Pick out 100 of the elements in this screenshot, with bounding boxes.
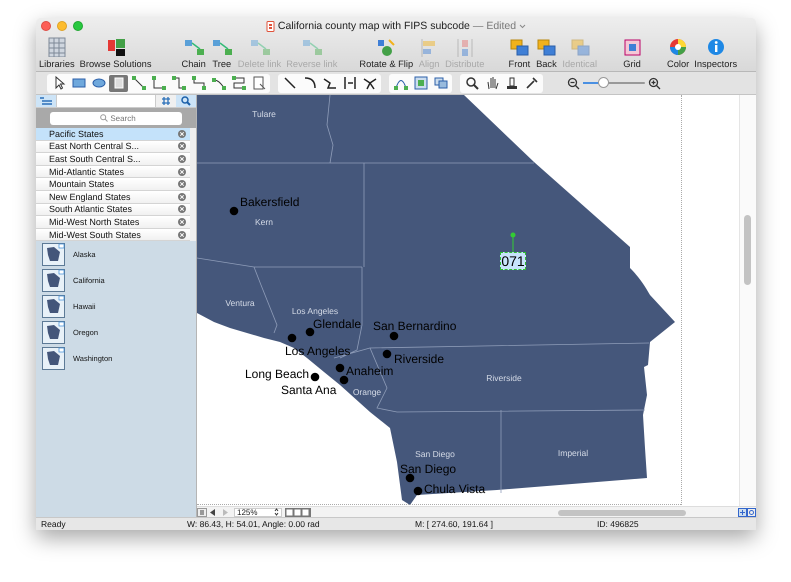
toolbar-button[interactable]: Grid — [620, 37, 644, 69]
library-group-label: Mid-West South States — [49, 230, 141, 240]
search-button[interactable] — [176, 95, 196, 107]
group-frame-icon — [432, 75, 448, 91]
toolbar-button[interactable]: Front — [507, 37, 532, 69]
city-dot — [414, 486, 422, 496]
selected-label[interactable]: 071 — [500, 252, 526, 270]
tool-button[interactable] — [169, 74, 188, 92]
document-icon — [266, 20, 275, 32]
zoom-slider[interactable] — [598, 77, 609, 88]
filter-field[interactable] — [56, 95, 156, 107]
county-label: San Diego — [415, 449, 455, 459]
map-shape-icon — [42, 347, 65, 370]
zoom-out-icon[interactable] — [567, 76, 580, 90]
remove-icon[interactable] — [178, 168, 186, 176]
remove-icon[interactable] — [178, 142, 186, 150]
actual-size-icon[interactable] — [747, 508, 756, 516]
zoom-field[interactable]: 125% — [234, 508, 282, 516]
split-icon — [342, 75, 358, 91]
city-dot — [336, 364, 344, 372]
pause-icon[interactable] — [197, 508, 207, 516]
city-label: San Diego — [400, 462, 456, 476]
document-status: — Edited — [472, 20, 516, 32]
connector-icon — [230, 75, 246, 91]
toolbar-button[interactable]: Back — [534, 37, 558, 69]
connector-icon — [190, 75, 206, 91]
search-field[interactable]: Search — [50, 112, 182, 124]
stacked-squares-icon — [508, 37, 530, 57]
city-label: San Bernardino — [373, 319, 456, 333]
stacked-squares-icon — [535, 37, 558, 57]
tool-button[interactable] — [149, 74, 168, 92]
city-label: Riverside — [394, 352, 444, 366]
connector-icon — [150, 75, 166, 91]
toolbar-button[interactable]: Libraries — [38, 37, 76, 69]
library-group-item[interactable]: South Atlantic States — [36, 204, 190, 216]
columns-icon — [161, 96, 171, 106]
library-group-label: New England States — [49, 192, 131, 202]
library-group-item[interactable]: Mountain States — [36, 178, 190, 191]
tool-button[interactable] — [189, 74, 208, 92]
connector-icon — [130, 75, 146, 91]
city-dot — [310, 372, 320, 382]
city-dot — [382, 350, 392, 358]
shape-size-readout: W: 86.43, H: 54.01, Angle: 0.00 rad — [187, 519, 321, 529]
city-label: Long Beach — [245, 367, 310, 381]
horizontal-scrollbar-thumb[interactable] — [558, 510, 686, 516]
city-dot — [340, 376, 348, 384]
remove-icon[interactable] — [178, 192, 186, 201]
tool-button[interactable] — [129, 74, 148, 92]
city-label: Anaheim — [346, 364, 394, 378]
close-button[interactable] — [41, 21, 51, 32]
city-dot — [288, 334, 296, 342]
library-group-item[interactable]: East North Central S... — [36, 140, 190, 154]
zoom-button[interactable] — [73, 21, 83, 32]
list-icon — [39, 96, 53, 106]
search-icon — [181, 96, 191, 106]
library-group-item[interactable]: Mid-West South States — [36, 228, 190, 242]
library-group-label: East North Central S... — [49, 141, 140, 152]
library-group-item[interactable]: Mid-West North States — [36, 216, 190, 229]
library-group-item[interactable]: East South Central S... — [36, 153, 190, 166]
tool-button[interactable] — [229, 74, 248, 92]
nodes-icon — [182, 37, 205, 57]
columns-button[interactable] — [156, 95, 176, 107]
toolbar-button[interactable]: Browse Solutions — [78, 37, 152, 69]
map-shape-icon — [42, 243, 65, 266]
toolbar-button[interactable]: Color — [666, 37, 690, 69]
library-group-item[interactable]: New England States — [36, 190, 190, 204]
county-label: Orange — [352, 387, 382, 397]
zoom-value: 125% — [237, 508, 258, 516]
remove-icon[interactable] — [178, 154, 186, 163]
stepper-icon — [274, 508, 279, 516]
stacked-squares-icon — [568, 37, 591, 57]
toolbar-button[interactable]: Chain — [180, 37, 207, 69]
grid-icon — [46, 37, 68, 57]
toolbar-button[interactable]: Inspectors — [693, 37, 738, 69]
remove-icon[interactable] — [178, 180, 186, 188]
map-shape-icon — [42, 269, 65, 292]
library-group-item[interactable]: Mid-Atlantic States — [36, 166, 190, 178]
remove-icon[interactable] — [178, 230, 186, 239]
connector-icon — [210, 75, 226, 91]
caret-icon — [519, 24, 526, 28]
page-tabs-icon[interactable] — [285, 508, 311, 516]
fit-page-icon[interactable] — [738, 508, 747, 516]
toolbar-button[interactable]: Tree — [210, 37, 234, 69]
mouse-position-readout: M: [ 274.60, 191.64 ] — [415, 519, 494, 529]
image-frame-icon — [412, 75, 428, 91]
remove-icon[interactable] — [178, 130, 186, 138]
tree-view-button[interactable] — [36, 95, 56, 107]
nodes-icon — [248, 37, 270, 57]
zoom-in-icon[interactable] — [648, 76, 661, 90]
city-label: Bakersfield — [240, 195, 300, 209]
remove-icon[interactable] — [178, 205, 186, 214]
vertical-scrollbar-thumb[interactable] — [744, 215, 751, 285]
library-group-label: Mountain States — [49, 179, 114, 190]
rotation-handle-icon[interactable] — [510, 232, 516, 252]
toolbar-button[interactable]: Rotate & Flip — [358, 37, 414, 69]
city-label: Santa Ana — [281, 383, 336, 397]
remove-icon[interactable] — [178, 218, 186, 226]
county-label: Los Angeles — [292, 306, 338, 316]
library-group-label: Mid-West North States — [49, 216, 140, 227]
library-group-item[interactable]: Pacific States — [36, 128, 190, 141]
